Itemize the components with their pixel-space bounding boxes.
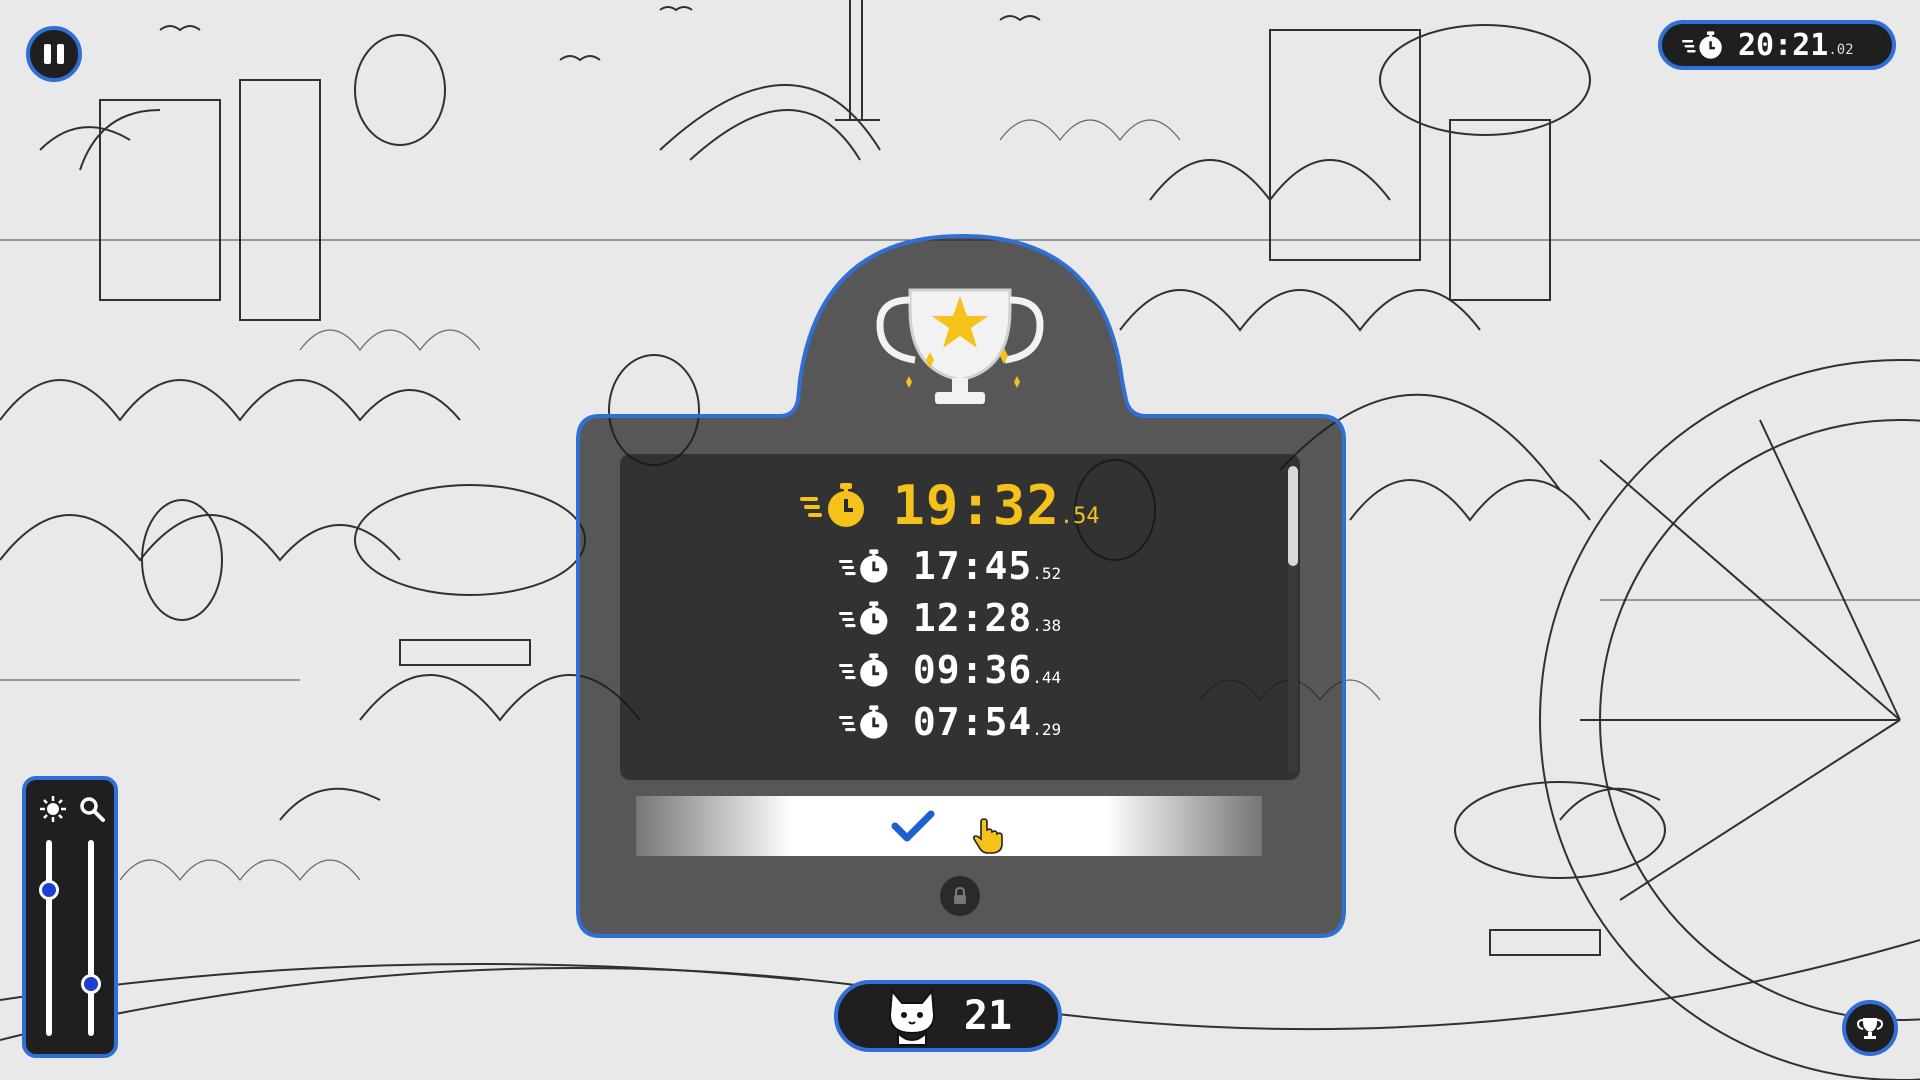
best-time-value: 19:32 <box>892 473 1060 537</box>
stopwatch-icon <box>1682 31 1722 59</box>
found-count: 21 <box>963 993 1013 1039</box>
time-value: 12:28 <box>912 596 1033 640</box>
zoom-slider-track[interactable] <box>88 840 94 1036</box>
time-value: 07:54 <box>912 700 1033 744</box>
time-fraction: .52 <box>1032 563 1062 583</box>
timer-fraction: .02 <box>1828 42 1854 58</box>
view-controls-panel <box>22 776 118 1058</box>
time-value: 17:45 <box>912 544 1033 588</box>
brightness-icon <box>40 796 66 822</box>
brightness-slider-knob[interactable] <box>39 880 59 900</box>
stopwatch-icon <box>838 705 888 739</box>
pause-icon-bar <box>57 44 64 64</box>
timer-value: 20:21 <box>1738 27 1829 63</box>
results-scrollbar[interactable] <box>1288 466 1298 772</box>
time-row: 12:28 .38 <box>620 592 1280 644</box>
best-times-list[interactable]: 19:32 .54 17:45 .52 12:28 .38 09:36 .44 <box>620 470 1280 770</box>
best-time-row: 19:32 .54 <box>620 470 1280 540</box>
time-row: 09:36 .44 <box>620 644 1280 696</box>
best-time-fraction: .54 <box>1059 503 1100 529</box>
zoom-slider-knob[interactable] <box>81 974 101 994</box>
trophy-icon <box>1856 1018 1884 1039</box>
confirm-button[interactable] <box>636 796 1262 856</box>
time-fraction: .44 <box>1032 667 1062 687</box>
stopwatch-icon <box>838 549 888 583</box>
stopwatch-icon <box>800 483 865 527</box>
hand-cursor-icon <box>972 818 1003 854</box>
stopwatch-icon <box>838 653 888 687</box>
stopwatch-icon <box>838 601 888 635</box>
leaderboard-button[interactable] <box>1842 1000 1898 1056</box>
lock-icon <box>940 876 980 916</box>
pause-icon <box>44 44 51 64</box>
brightness-slider-track[interactable] <box>46 840 52 1036</box>
time-fraction: .29 <box>1032 719 1062 739</box>
time-row: 17:45 .52 <box>620 540 1280 592</box>
magnifier-icon <box>80 797 105 822</box>
time-value: 09:36 <box>912 648 1033 692</box>
time-row: 07:54 .29 <box>620 696 1280 748</box>
elapsed-timer: 20:21 .02 <box>1658 20 1896 70</box>
time-fraction: .38 <box>1032 615 1062 635</box>
found-counter: 21 <box>834 980 1062 1052</box>
pause-button[interactable] <box>26 26 82 82</box>
cat-icon <box>888 988 935 1046</box>
scrollbar-thumb[interactable] <box>1288 466 1298 566</box>
checkmark-icon <box>891 810 935 842</box>
